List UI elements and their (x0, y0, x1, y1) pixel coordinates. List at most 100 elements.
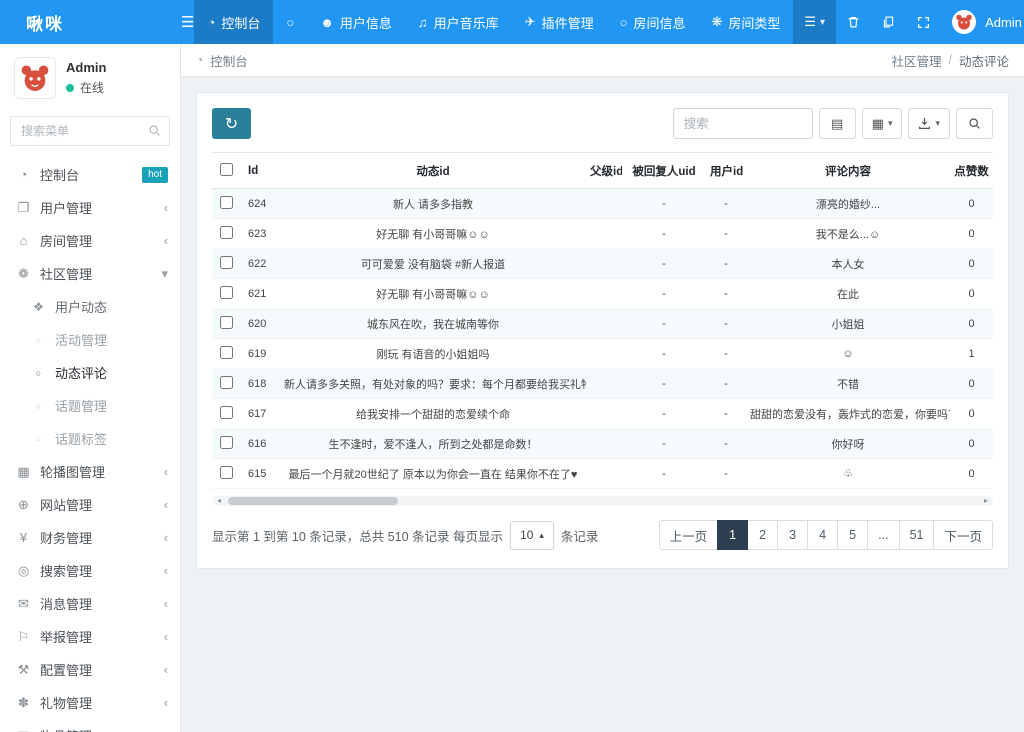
goods-mgmt-icon: ▣ (16, 728, 31, 732)
topnav-item[interactable]: ☻ 用户信息 (307, 0, 405, 44)
community-mgmt-icon: ❁ (16, 266, 31, 282)
columns-icon: ▦ (872, 116, 884, 132)
online-status-label: 在线 (80, 79, 104, 96)
sidebar-item[interactable]: ○ 活动管理 (0, 323, 180, 356)
sidebar-item[interactable]: ▦ 轮播图管理 ‹ (0, 455, 180, 488)
row-checkbox[interactable] (220, 436, 233, 449)
page-button[interactable]: ... (867, 520, 899, 550)
sidebar-item[interactable]: ○ 话题标签 (0, 422, 180, 455)
export-dropdown-button[interactable]: ▾ (908, 108, 950, 139)
page-button[interactable]: 2 (747, 520, 778, 550)
layout-menu-dropdown[interactable]: ☰ ▾ (793, 0, 836, 44)
columns-dropdown-button[interactable]: ▦ ▾ (862, 108, 903, 139)
row-checkbox[interactable] (220, 316, 233, 329)
dashboard-icon: ◔ (196, 53, 203, 67)
topnav-item[interactable]: ❋ 房间类型 (698, 0, 793, 44)
circle-icon: ○ (31, 335, 46, 345)
row-checkbox[interactable] (220, 346, 233, 359)
sidebar-item[interactable]: ¥ 财务管理 ‹ (0, 521, 180, 554)
report-mgmt-icon: ⚐ (16, 629, 31, 645)
cell-likes: 0 (950, 249, 993, 279)
scroll-left-icon[interactable]: ◂ (214, 496, 224, 506)
detail-view-button[interactable]: ▤ (819, 108, 856, 139)
page-button[interactable]: 1 (717, 520, 748, 550)
menu-search-input[interactable] (10, 116, 170, 146)
page-button[interactable]: 51 (899, 520, 935, 550)
clear-cache-button[interactable] (836, 0, 871, 44)
sidebar-item[interactable]: ✉ 消息管理 ‹ (0, 587, 180, 620)
sidebar-item[interactable]: ○ 动态评论 (0, 356, 180, 389)
select-all-checkbox[interactable] (220, 163, 233, 176)
row-checkbox[interactable] (220, 406, 233, 419)
sidebar-item-label: 消息管理 (40, 594, 155, 613)
sidebar-item[interactable]: ❒ 用户管理 ‹ (0, 191, 180, 224)
detail-view-icon: ▤ (831, 116, 843, 132)
table-panel: ↻ ▤ ▦ ▾ ▾ (196, 92, 1009, 569)
topnav-item[interactable]: ◔ 控制台 (194, 0, 273, 44)
next-page-button[interactable]: 下一页 (933, 520, 993, 550)
sidebar-item[interactable]: ⚒ 配置管理 ‹ (0, 653, 180, 686)
cell-user-id: - (706, 309, 746, 339)
sidebar-item[interactable]: ✽ 礼物管理 ‹ (0, 686, 180, 719)
cell-reply-uid: - (622, 219, 706, 249)
cell-comment: 小姐姐 (746, 309, 950, 339)
topnav-item[interactable]: ♫ 用户音乐库 (405, 0, 512, 44)
sidebar-item[interactable]: ⚐ 举报管理 ‹ (0, 620, 180, 653)
copy-files-button[interactable] (871, 0, 906, 44)
breadcrumb-current: 动态评论 (959, 51, 1009, 70)
sidebar-item[interactable]: ◔ 控制台 hot (0, 158, 180, 191)
fullscreen-button[interactable] (906, 0, 941, 44)
topnav-item[interactable]: ○ (273, 0, 307, 44)
cell-id: 616 (240, 429, 280, 459)
topnav-item[interactable]: ✈ 插件管理 (512, 0, 607, 44)
chevron-icon: ‹ (164, 233, 168, 248)
topnav-item-label: 用户音乐库 (434, 13, 499, 32)
cell-parent-id (586, 279, 622, 309)
row-checkbox[interactable] (220, 256, 233, 269)
column-header-id: Id (240, 153, 280, 189)
horizontal-scrollbar[interactable]: ◂ ▸ (212, 496, 993, 506)
page-button[interactable]: 4 (807, 520, 838, 550)
page-button[interactable]: 5 (837, 520, 868, 550)
refresh-button[interactable]: ↻ (212, 108, 251, 139)
row-checkbox[interactable] (220, 196, 233, 209)
sidebar-item[interactable]: ▣ 物品管理 ‹ (0, 719, 180, 732)
chevron-icon: ‹ (164, 695, 168, 710)
chevron-icon: ‹ (164, 563, 168, 578)
cell-parent-id (586, 429, 622, 459)
sidebar-item[interactable]: ⌂ 房间管理 ‹ (0, 224, 180, 257)
user-menu[interactable]: Admin (941, 0, 1024, 44)
page-button[interactable]: 3 (777, 520, 808, 550)
horizontal-scrollbar-thumb[interactable] (228, 497, 398, 505)
cell-reply-uid: - (622, 339, 706, 369)
breadcrumb-parent[interactable]: 社区管理 (891, 51, 941, 70)
sidebar-item[interactable]: ❖ 用户动态 (0, 290, 180, 323)
sidebar-item[interactable]: ❁ 社区管理 ▾ (0, 257, 180, 290)
chevron-icon: ‹ (164, 662, 168, 677)
row-checkbox[interactable] (220, 226, 233, 239)
sidebar-item[interactable]: ○ 话题管理 (0, 389, 180, 422)
export-icon (918, 117, 931, 130)
caret-down-icon: ▾ (888, 118, 893, 129)
table-search-input[interactable] (673, 108, 813, 139)
sidebar-toggle-button[interactable]: ☰ (181, 0, 194, 44)
search-toggle-button[interactable] (956, 108, 993, 139)
row-checkbox[interactable] (220, 376, 233, 389)
table-row: 622 可可爱爱 没有脑袋 #新人报道 - - 本人女 0 (212, 249, 993, 279)
cell-comment: 不错 (746, 369, 950, 399)
cell-comment: 本人女 (746, 249, 950, 279)
page-size-dropdown[interactable]: 10 ▴ (510, 521, 554, 550)
scroll-right-icon[interactable]: ▸ (981, 496, 991, 506)
sidebar-item-label: 轮播图管理 (40, 462, 155, 481)
cell-id: 619 (240, 339, 280, 369)
sidebar-item[interactable]: ⊕ 网站管理 ‹ (0, 488, 180, 521)
cell-id: 624 (240, 189, 280, 219)
prev-page-button[interactable]: 上一页 (659, 520, 719, 550)
breadcrumb[interactable]: ◔ 控制台 (196, 51, 248, 70)
user-avatar (14, 57, 56, 99)
sidebar-item[interactable]: ◎ 搜索管理 ‹ (0, 554, 180, 587)
row-checkbox[interactable] (220, 286, 233, 299)
row-checkbox[interactable] (220, 466, 233, 479)
topnav-item[interactable]: ○ 房间信息 (607, 0, 699, 44)
room-mgmt-icon: ⌂ (16, 233, 31, 248)
